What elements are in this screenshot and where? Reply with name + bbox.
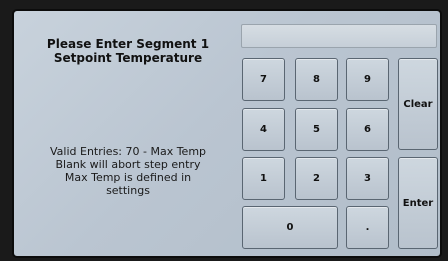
key-8[interactable]: 8 <box>295 58 338 101</box>
info-line-3: Max Temp is defined in <box>64 171 192 184</box>
valid-entries-info: Valid Entries: 70 - Max Temp Blank will … <box>26 145 230 197</box>
prompt-line-1: Please Enter Segment 1 <box>46 37 210 51</box>
key-1[interactable]: 1 <box>242 157 285 200</box>
info-line-2: Blank will abort step entry <box>55 158 201 171</box>
key-5[interactable]: 5 <box>295 108 338 151</box>
key-7[interactable]: 7 <box>242 58 285 101</box>
key-3[interactable]: 3 <box>346 157 389 200</box>
entry-display[interactable] <box>241 24 437 48</box>
key-4[interactable]: 4 <box>242 108 285 151</box>
info-line-1: Valid Entries: 70 - Max Temp <box>49 145 207 158</box>
clear-button[interactable]: Clear <box>398 58 438 150</box>
prompt-title: Please Enter Segment 1 Setpoint Temperat… <box>28 37 228 65</box>
prompt-line-2: Setpoint Temperature <box>53 51 203 65</box>
key-9[interactable]: 9 <box>346 58 389 101</box>
key-6[interactable]: 6 <box>346 108 389 151</box>
key-decimal[interactable]: . <box>346 206 389 249</box>
key-0[interactable]: 0 <box>242 206 338 249</box>
key-2[interactable]: 2 <box>295 157 338 200</box>
touch-screen: Please Enter Segment 1 Setpoint Temperat… <box>14 11 440 256</box>
enter-button[interactable]: Enter <box>398 157 438 249</box>
info-line-4: settings <box>106 184 150 197</box>
